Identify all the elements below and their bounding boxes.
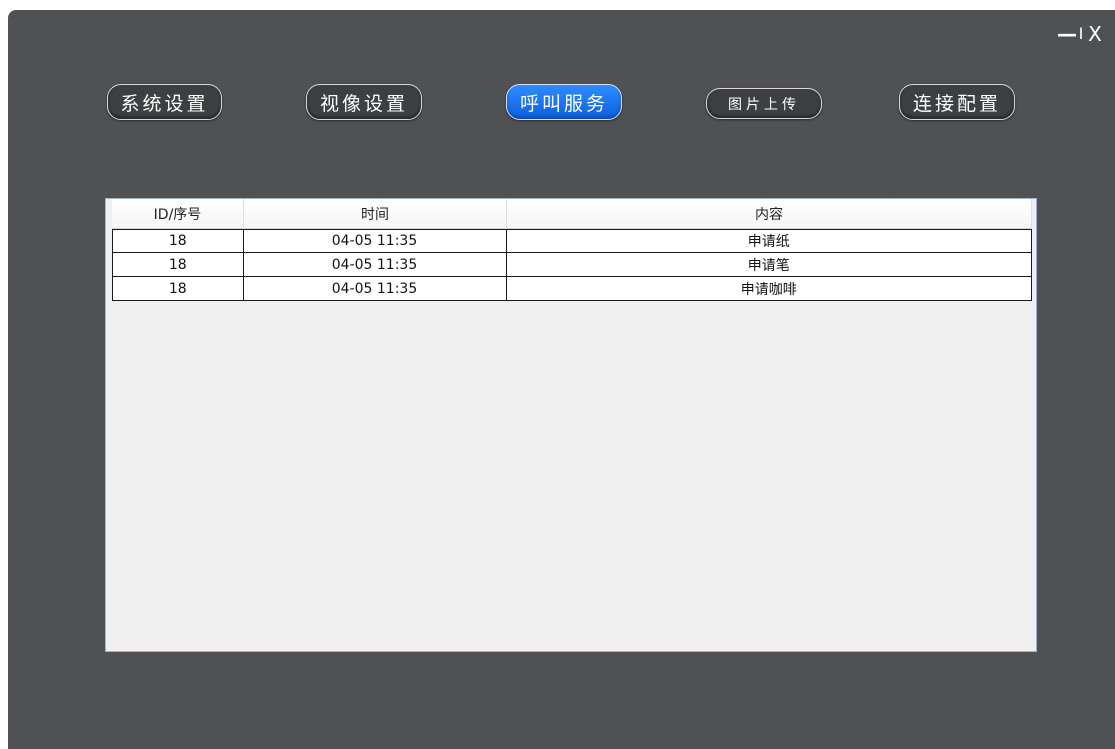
table-header: ID/序号 时间 内容	[112, 199, 1032, 229]
minimize-button[interactable]: —	[1057, 24, 1077, 44]
cell-content: 申请纸	[747, 234, 790, 250]
maximize-button[interactable]: I	[1077, 24, 1085, 44]
app-window: — I X 系统设置 视像设置 呼叫服务 图片上传 连接配置 ID/序号 时间 …	[8, 10, 1115, 749]
cell-id: 18	[113, 253, 244, 276]
window-controls: — I X	[1057, 24, 1103, 44]
table-body: 18 04-05 11:35 申请纸 18 04-05 11:35 申请笔 18…	[112, 229, 1032, 301]
column-header-content[interactable]: 内容	[507, 199, 1032, 229]
close-button[interactable]: X	[1087, 24, 1103, 44]
cell-content: 申请笔	[747, 257, 790, 274]
tab-system-settings[interactable]: 系统设置	[107, 84, 222, 120]
cell-id: 18	[113, 277, 244, 300]
cell-time: 04-05 11:35	[244, 277, 507, 300]
cell-id: 18	[113, 230, 244, 252]
column-header-id[interactable]: ID/序号	[112, 199, 244, 229]
tab-image-upload[interactable]: 图片上传	[706, 88, 822, 119]
table-row[interactable]: 18 04-05 11:35 申请咖啡	[112, 277, 1032, 301]
tab-connection-config[interactable]: 连接配置	[899, 84, 1015, 120]
cell-time: 04-05 11:35	[244, 230, 507, 252]
tab-call-service[interactable]: 呼叫服务	[506, 84, 622, 120]
tab-video-settings[interactable]: 视像设置	[306, 84, 422, 120]
table-row[interactable]: 18 04-05 11:35 申请笔	[112, 253, 1032, 277]
table-row[interactable]: 18 04-05 11:35 申请纸	[112, 229, 1032, 253]
cell-time: 04-05 11:35	[244, 253, 507, 276]
call-service-table: ID/序号 时间 内容 18 04-05 11:35 申请纸 18 04-05 …	[105, 198, 1037, 652]
column-header-time[interactable]: 时间	[244, 199, 507, 229]
cell-content: 申请咖啡	[740, 281, 797, 298]
